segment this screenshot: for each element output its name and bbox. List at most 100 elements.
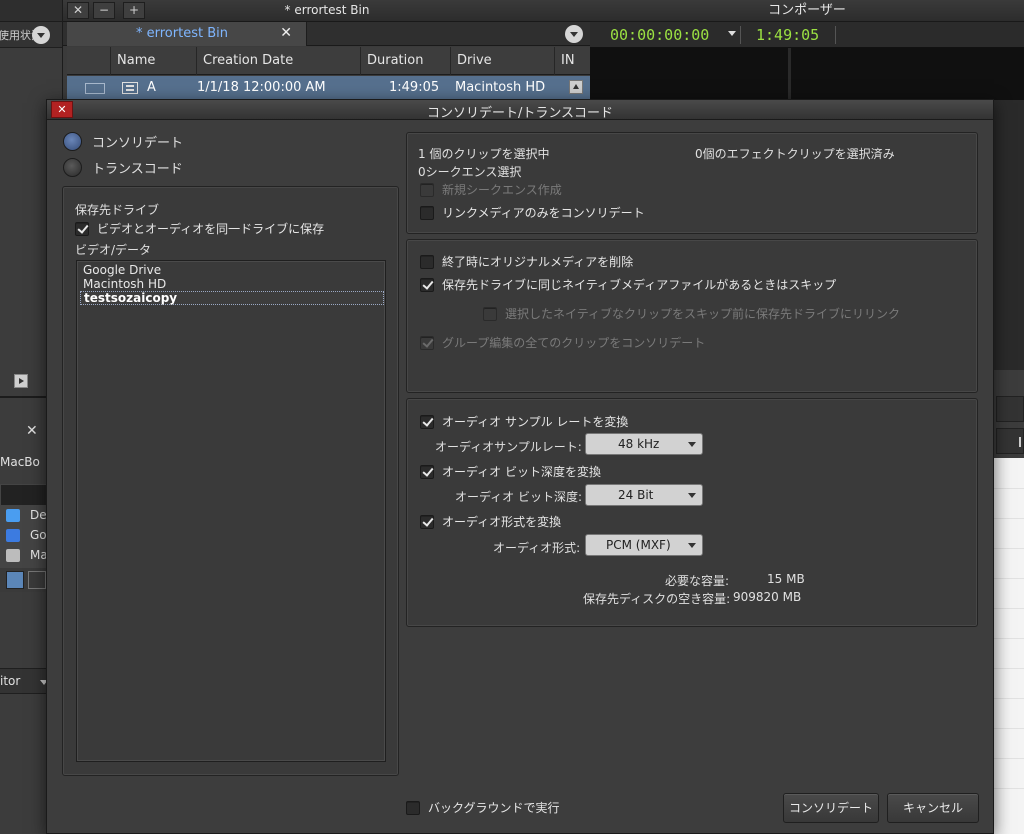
minimize-icon[interactable]: − — [93, 2, 115, 19]
checkbox-checked-icon — [420, 464, 434, 479]
skip-native-checkbox[interactable]: 保存先ドライブに同じネイティブメディアファイルがあるときはスキップ — [420, 276, 836, 293]
required-space-label: 必要な容量: — [665, 574, 730, 588]
checkbox-checked-icon — [420, 514, 434, 529]
checkbox-unchecked-icon — [420, 205, 434, 220]
group-clips-label: グループ編集の全てのクリップをコンソリデート — [442, 336, 706, 350]
background-run-checkbox[interactable]: バックグラウンドで実行 — [406, 799, 560, 816]
sample-rate-select[interactable]: 48 kHz — [585, 433, 703, 455]
timeline-area — [994, 458, 1024, 834]
composer-viewer — [590, 48, 1024, 100]
scroll-right-icon[interactable] — [14, 374, 28, 388]
dialog-title: コンソリデート/トランスコード — [426, 106, 614, 121]
row-name: A — [147, 80, 156, 95]
convert-sample-rate-label: オーディオ サンプル レートを変換 — [442, 415, 629, 429]
convert-bit-depth-label: オーディオ ビット深度を変換 — [442, 465, 601, 479]
google-drive-icon — [6, 529, 20, 542]
left-panel-tab[interactable]: 使用状況 — [0, 22, 62, 48]
drive-item-macintosh-hd[interactable]: Macintosh HD — [80, 277, 384, 291]
timecode-bar: 00:00:00:00 1:49:05 — [590, 22, 1024, 48]
left-panel-menu-icon[interactable] — [32, 26, 50, 44]
close-icon[interactable]: ✕ — [51, 101, 73, 118]
delete-original-checkbox[interactable]: 終了時にオリジナルメディアを削除 — [420, 253, 633, 270]
row-duration: 1:49:05 — [389, 80, 440, 95]
checkbox-unchecked-icon — [406, 800, 420, 815]
selection-info-panel: 1 個のクリップを選択中 0個のエフェクトクリップを選択済み 0シークエンス選択… — [406, 132, 978, 234]
radio-consolidate[interactable]: コンソリデート — [63, 132, 183, 151]
list-view-icon[interactable] — [6, 571, 24, 589]
add-icon[interactable]: + — [123, 2, 145, 19]
scroll-up-icon[interactable] — [569, 80, 583, 94]
effect-clips-selected-text: 0個のエフェクトクリップを選択済み — [695, 147, 895, 161]
background-run-label: バックグラウンドで実行 — [428, 801, 560, 815]
close-icon[interactable]: ✕ — [67, 2, 89, 19]
free-space-label: 保存先ディスクの空き容量: — [583, 592, 731, 606]
radio-consolidate-label: コンソリデート — [92, 136, 184, 151]
bin-menu-icon[interactable] — [565, 25, 583, 43]
radio-unselected-icon — [63, 158, 82, 177]
column-header-name[interactable]: Name — [111, 47, 197, 75]
composer-window: コンポーザー 00:00:00:00 1:49:05 — [590, 0, 1024, 100]
column-header-in[interactable]: IN — [555, 47, 591, 75]
timeline-toolbar-button[interactable] — [996, 428, 1024, 454]
divider — [740, 26, 741, 44]
left-panel-titlebar — [0, 0, 62, 22]
radio-transcode[interactable]: トランスコード — [63, 158, 183, 177]
close-icon[interactable]: ✕ — [26, 423, 38, 439]
checkbox-checked-icon — [75, 221, 89, 236]
checkbox-checked-icon — [420, 277, 434, 292]
new-sequence-label: 新規シークエンス作成 — [442, 183, 562, 197]
monitor-label: itor — [0, 674, 21, 688]
bin-tabbar: * errortest Bin ✕ — [63, 22, 591, 46]
skip-native-label: 保存先ドライブに同じネイティブメディアファイルがあるときはスキップ — [442, 278, 837, 292]
cancel-button[interactable]: キャンセル — [887, 793, 979, 823]
bin-window: * errortest Bin ✕ − + * errortest Bin ✕ … — [62, 0, 591, 100]
hard-drive-icon — [6, 549, 20, 562]
drive-item-testsozaicopy[interactable]: testsozaicopy — [80, 291, 384, 305]
new-sequence-checkbox: 新規シークエンス作成 — [420, 181, 562, 198]
tab-errortest-bin[interactable]: * errortest Bin ✕ — [67, 22, 307, 46]
timeline-toolbar-button[interactable] — [996, 396, 1024, 422]
same-drive-label: ビデオとオーディオを同一ドライブに保存 — [97, 222, 325, 236]
bin-column-header: Name Creation Date Duration Drive IN — [67, 47, 591, 75]
checkbox-unchecked-icon — [420, 254, 434, 269]
linked-media-only-label: リンクメディアのみをコンソリデート — [442, 206, 645, 220]
drive-item-google-drive[interactable]: Google Drive — [80, 263, 384, 277]
consolidate-button[interactable]: コンソリデート — [783, 793, 879, 823]
master-clip-icon — [122, 82, 138, 94]
convert-bit-depth-checkbox[interactable]: オーディオ ビット深度を変換 — [420, 463, 601, 480]
checkbox-checked-icon — [420, 414, 434, 429]
format-select[interactable]: PCM (MXF) — [585, 534, 703, 556]
clip-frame-icon — [85, 83, 105, 94]
same-drive-checkbox[interactable]: ビデオとオーディオを同一ドライブに保存 — [75, 220, 324, 237]
group-clips-checkbox: グループ編集の全てのクリップをコンソリデート — [420, 334, 705, 351]
column-header-duration[interactable]: Duration — [361, 47, 451, 75]
drive-list[interactable]: Google Drive Macintosh HD testsozaicopy — [76, 260, 386, 762]
free-space-value: 909820 MB — [733, 590, 802, 604]
sequences-selected-text: 0シークエンス選択 — [418, 165, 522, 179]
convert-format-checkbox[interactable]: オーディオ形式を変換 — [420, 513, 561, 530]
chevron-down-icon[interactable] — [728, 31, 736, 36]
audio-options-panel: オーディオ サンプル レートを変換 オーディオサンプルレート: 48 kHz オ… — [406, 398, 978, 627]
relink-native-label: 選択したネイティブなクリップをスキップ前に保存先ドライブにリリンク — [505, 307, 901, 321]
close-icon[interactable]: ✕ — [280, 25, 292, 41]
timecode-right[interactable]: 1:49:05 — [756, 26, 819, 44]
radio-selected-icon — [63, 132, 82, 151]
clips-selected-text: 1 個のクリップを選択中 — [418, 147, 550, 161]
radio-transcode-label: トランスコード — [92, 162, 183, 177]
convert-sample-rate-checkbox[interactable]: オーディオ サンプル レートを変換 — [420, 413, 628, 430]
linked-media-only-checkbox[interactable]: リンクメディアのみをコンソリデート — [420, 204, 645, 221]
row-creation-date: 1/1/18 12:00:00 AM — [197, 80, 326, 95]
timecode-left[interactable]: 00:00:00:00 — [610, 26, 709, 44]
target-drive-heading: 保存先ドライブ — [75, 203, 160, 217]
checkbox-disabled-checked-icon — [420, 335, 434, 350]
divider — [835, 26, 836, 44]
bit-depth-select[interactable]: 24 Bit — [585, 484, 703, 506]
convert-format-label: オーディオ形式を変換 — [442, 515, 562, 529]
column-header-drive[interactable]: Drive — [451, 47, 555, 75]
sample-rate-label: オーディオサンプルレート: — [435, 440, 582, 454]
grid-view-icon[interactable] — [28, 571, 46, 589]
media-options-panel: 終了時にオリジナルメディアを削除 保存先ドライブに同じネイティブメディアファイル… — [406, 239, 978, 393]
column-header-creation-date[interactable]: Creation Date — [197, 47, 361, 75]
table-row[interactable]: A 1/1/18 12:00:00 AM 1:49:05 Macintosh H… — [67, 76, 591, 100]
relink-native-checkbox: 選択したネイティブなクリップをスキップ前に保存先ドライブにリリンク — [483, 305, 900, 322]
